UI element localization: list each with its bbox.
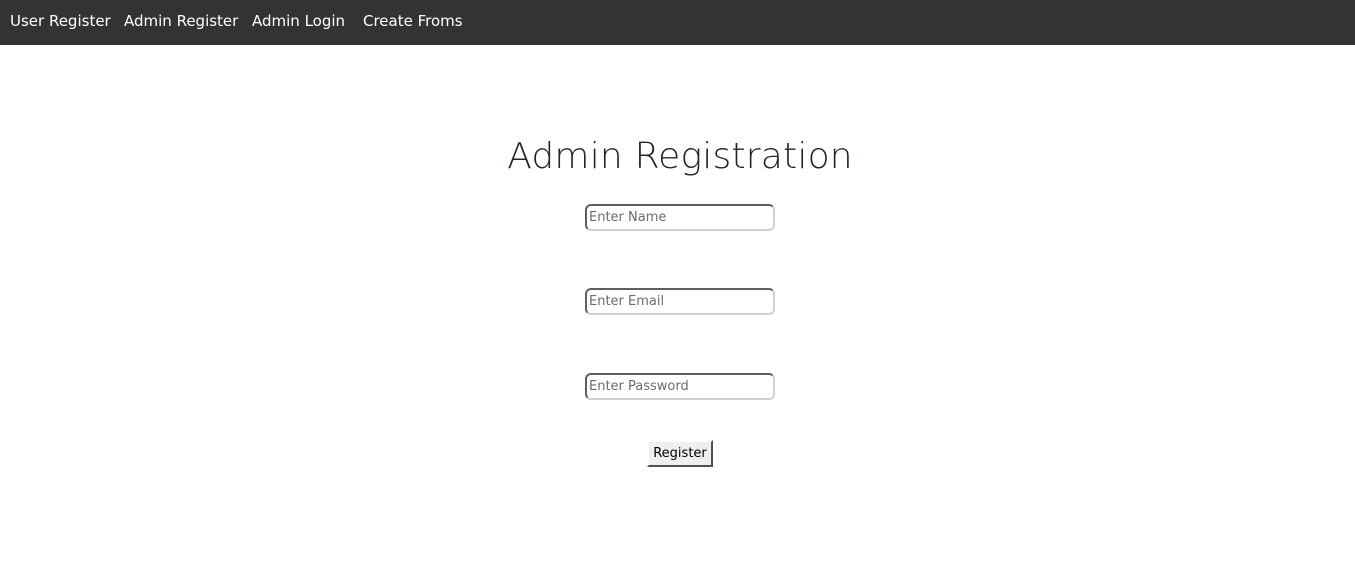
password-input[interactable] bbox=[585, 373, 775, 400]
top-navbar: User Register Admin Register Admin Login… bbox=[0, 0, 1355, 45]
name-input[interactable] bbox=[585, 204, 775, 231]
nav-link-admin-login[interactable]: Admin Login bbox=[252, 0, 345, 45]
register-button[interactable]: Register bbox=[647, 440, 713, 467]
nav-link-user-register[interactable]: User Register bbox=[10, 0, 111, 45]
nav-link-create-forms[interactable]: Create Froms bbox=[363, 0, 463, 45]
email-input[interactable] bbox=[585, 288, 775, 315]
page-title: Admin Registration bbox=[507, 136, 853, 177]
nav-link-admin-register[interactable]: Admin Register bbox=[124, 0, 238, 45]
